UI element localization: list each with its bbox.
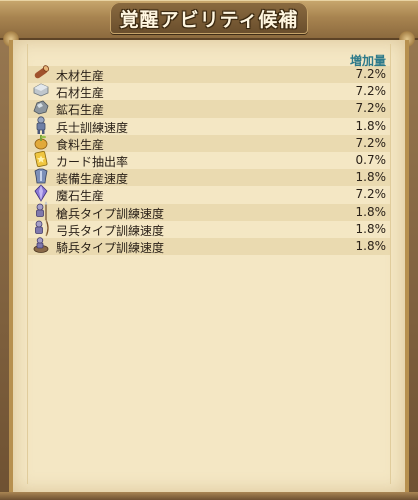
ability-value: 7.2% [355,135,387,150]
ability-row: 兵士訓練速度 1.8% [28,115,390,135]
ability-label: 装備生産速度 [56,172,129,187]
ability-row: カード抽出率 0.7% [28,150,390,169]
ability-row: 食料生産 7.2% [28,134,390,152]
ability-value: 0.7% [355,152,387,167]
ability-list-area[interactable]: 増加量 木材生産 7.2% 石材生産 7.2% 鉱石生産 7.2% 兵士訓練速度… [27,44,391,484]
ability-panel: 増加量 木材生産 7.2% 石材生産 7.2% 鉱石生産 7.2% 兵士訓練速度… [9,40,409,492]
ability-label: 騎兵タイプ訓練速度 [56,240,165,255]
ability-value: 1.8% [355,221,387,236]
ability-row: 木材生産 7.2% [28,65,390,84]
ability-value: 7.2% [355,84,387,99]
ability-label: 石材生産 [56,86,105,101]
ability-value: 1.8% [355,170,387,185]
bottom-frame [0,492,418,500]
ability-value: 7.2% [355,187,387,202]
ability-row: 槍兵タイプ訓練速度 1.8% [28,200,390,221]
ability-value: 1.8% [355,204,387,219]
ability-row: 弓兵タイプ訓練速度 1.8% [28,219,390,238]
ability-label: 弓兵タイプ訓練速度 [56,223,165,238]
window-title: 覚醒アビリティ候補 [119,9,299,31]
ability-row: 騎兵タイプ訓練速度 1.8% [28,237,390,256]
cavalry-icon [33,237,49,253]
ability-value: 1.8% [355,238,387,253]
ability-row: 鉱石生産 7.2% [28,100,390,118]
ability-row: 石材生産 7.2% [28,83,390,100]
ability-row: 魔石生産 7.2% [28,184,390,204]
ability-label: 魔石生産 [56,189,105,204]
ability-value: 7.2% [355,67,387,81]
title-bar: 覚醒アビリティ候補 [0,0,418,40]
ability-label: カード抽出率 [56,154,129,169]
ability-label: 鉱石生産 [56,103,105,118]
ability-label: 槍兵タイプ訓練速度 [56,206,165,221]
ability-label: 兵士訓練速度 [56,120,129,135]
ability-label: 木材生産 [56,69,105,83]
ability-label: 食料生産 [56,137,105,152]
ability-value: 7.2% [355,101,387,116]
ability-value: 1.8% [355,118,387,133]
ability-row: 装備生産速度 1.8% [28,168,390,187]
ability-list: 木材生産 7.2% 石材生産 7.2% 鉱石生産 7.2% 兵士訓練速度 1.8… [28,65,390,256]
